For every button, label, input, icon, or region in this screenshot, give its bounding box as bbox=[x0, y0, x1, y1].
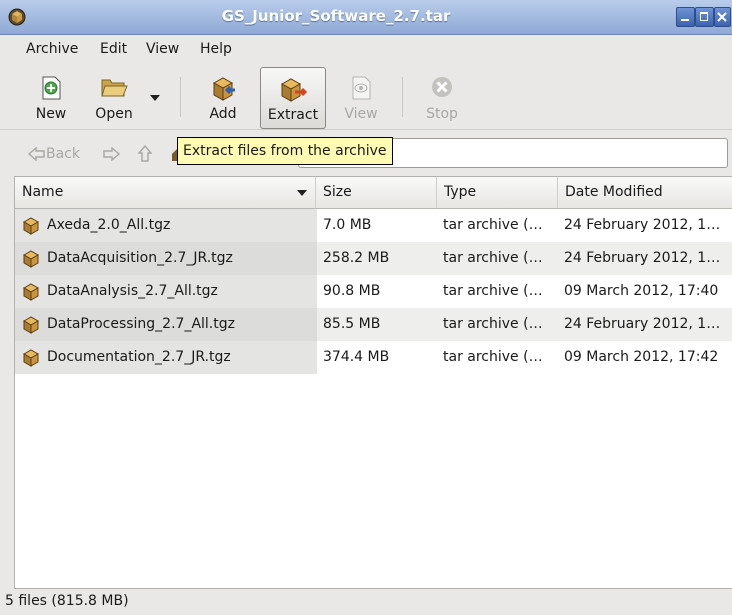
menu-view[interactable]: View bbox=[146, 41, 179, 57]
close-icon bbox=[717, 12, 727, 22]
view-label: View bbox=[344, 106, 378, 122]
menu-archive[interactable]: Archive bbox=[26, 41, 78, 57]
column-header-date[interactable]: Date Modified bbox=[558, 177, 732, 209]
tgz-archive-icon bbox=[22, 349, 40, 367]
type-cell: tar archive (… bbox=[443, 250, 543, 266]
date-cell: 09 March 2012, 17:40 bbox=[564, 283, 719, 299]
title-bar: GS_Junior_Software_2.7.tar bbox=[0, 0, 732, 35]
stop-button[interactable]: Stop bbox=[420, 67, 464, 127]
new-button[interactable]: New bbox=[28, 67, 74, 127]
toolbar-separator bbox=[180, 77, 181, 117]
back-button[interactable]: Back bbox=[46, 146, 80, 162]
table-row[interactable]: DataAcquisition_2.7_JR.tgz 258.2 MB tar … bbox=[15, 242, 732, 275]
date-cell: 09 March 2012, 17:42 bbox=[564, 349, 719, 365]
size-cell: 90.8 MB bbox=[323, 283, 381, 299]
toolbar: New Open Add Extract View Stop bbox=[0, 63, 732, 130]
table-row[interactable]: DataAnalysis_2.7_All.tgz 90.8 MB tar arc… bbox=[15, 275, 732, 308]
open-dropdown-button[interactable] bbox=[146, 67, 164, 127]
new-label: New bbox=[35, 106, 67, 122]
back-arrow-icon bbox=[28, 147, 45, 161]
type-cell: tar archive (… bbox=[443, 283, 543, 299]
window-title: GS_Junior_Software_2.7.tar bbox=[221, 7, 451, 25]
date-cell: 24 February 2012, 1… bbox=[564, 250, 721, 266]
column-header-name[interactable]: Name bbox=[15, 177, 316, 209]
table-row[interactable]: Documentation_2.7_JR.tgz 374.4 MB tar ar… bbox=[15, 341, 732, 374]
open-button[interactable]: Open bbox=[88, 67, 140, 127]
column-header-type[interactable]: Type bbox=[437, 177, 558, 209]
column-header-size[interactable]: Size bbox=[316, 177, 437, 209]
extract-button[interactable]: Extract bbox=[260, 67, 326, 129]
size-cell: 85.5 MB bbox=[323, 316, 381, 332]
up-arrow-icon[interactable] bbox=[138, 145, 152, 163]
close-button[interactable] bbox=[714, 7, 731, 27]
menu-bar: Archive Edit View Help bbox=[0, 35, 732, 63]
extract-files-icon bbox=[280, 78, 308, 102]
name-cell: DataAnalysis_2.7_All.tgz bbox=[15, 275, 317, 308]
name-cell: Axeda_2.0_All.tgz bbox=[15, 209, 317, 242]
forward-arrow-icon[interactable] bbox=[102, 147, 120, 161]
chevron-down-icon bbox=[150, 95, 160, 101]
type-cell: tar archive (… bbox=[443, 217, 543, 233]
open-label: Open bbox=[95, 106, 133, 122]
view-button[interactable]: View bbox=[336, 67, 386, 127]
folder-open-icon bbox=[101, 79, 128, 97]
add-label: Add bbox=[209, 106, 237, 122]
view-file-icon bbox=[352, 76, 371, 100]
date-cell: 24 February 2012, 1… bbox=[564, 316, 721, 332]
size-cell: 374.4 MB bbox=[323, 349, 390, 365]
tgz-archive-icon bbox=[22, 283, 40, 301]
size-cell: 7.0 MB bbox=[323, 217, 372, 233]
tgz-archive-icon bbox=[22, 316, 40, 334]
type-cell: tar archive (… bbox=[443, 316, 543, 332]
date-cell: 24 February 2012, 1… bbox=[564, 217, 721, 233]
sort-descending-icon bbox=[297, 190, 307, 196]
type-cell: tar archive (… bbox=[443, 349, 543, 365]
add-button[interactable]: Add bbox=[200, 67, 246, 127]
name-cell: DataAcquisition_2.7_JR.tgz bbox=[15, 242, 317, 275]
extract-tooltip: Extract files from the archive bbox=[177, 137, 393, 165]
menu-help[interactable]: Help bbox=[200, 41, 232, 57]
name-cell: Documentation_2.7_JR.tgz bbox=[15, 341, 317, 374]
extract-label: Extract bbox=[267, 107, 319, 123]
name-cell: DataProcessing_2.7_All.tgz bbox=[15, 308, 317, 341]
size-cell: 258.2 MB bbox=[323, 250, 390, 266]
tgz-archive-icon bbox=[22, 217, 40, 235]
stop-label: Stop bbox=[426, 106, 458, 122]
table-row[interactable]: DataProcessing_2.7_All.tgz 85.5 MB tar a… bbox=[15, 308, 732, 341]
add-files-icon bbox=[212, 77, 235, 101]
minimize-button[interactable] bbox=[676, 7, 695, 27]
new-archive-icon bbox=[42, 76, 61, 100]
maximize-button[interactable] bbox=[695, 7, 714, 27]
toolbar-separator bbox=[402, 77, 403, 117]
file-list: Name Size Type Date Modified Axeda_2.0_A… bbox=[14, 176, 732, 589]
status-bar: 5 files (815.8 MB) bbox=[0, 588, 732, 615]
menu-edit[interactable]: Edit bbox=[100, 41, 127, 57]
table-row[interactable]: Axeda_2.0_All.tgz 7.0 MB tar archive (… … bbox=[15, 209, 732, 242]
tgz-archive-icon bbox=[22, 250, 40, 268]
status-text: 5 files (815.8 MB) bbox=[5, 593, 129, 609]
stop-icon bbox=[432, 77, 452, 97]
